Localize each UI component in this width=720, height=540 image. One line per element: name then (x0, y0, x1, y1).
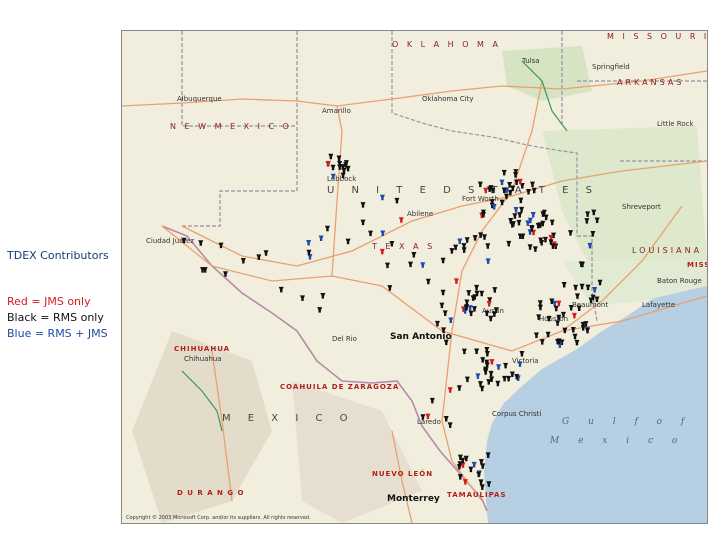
city-label: Ciudad Juárez (146, 237, 194, 245)
label-mississippi: MISS (687, 261, 707, 269)
city-label: Laredo (417, 418, 441, 426)
label-missouri: M I S S O U R I (607, 32, 707, 41)
legend-title: TDEX Contributors (7, 249, 109, 262)
city-label: Amarillo (322, 107, 351, 115)
label-oklahoma: O K L A H O M A (392, 40, 501, 49)
label-coahuila: COAHUILA DE ZARAGOZA (280, 383, 399, 391)
city-label: Shreveport (622, 203, 661, 211)
texas-map[interactable]: O K L A H O M A M I S S O U R I N E W M … (121, 30, 708, 524)
legend: TDEX Contributors Red = JMS only Black =… (7, 248, 119, 342)
label-nuevo-leon: NUEVO LEÓN (372, 469, 433, 478)
city-label: Lafayette (642, 301, 675, 309)
label-gulf-of: G u l f o f (562, 417, 692, 427)
legend-black-entry: Black = RMS only (7, 311, 104, 324)
city-label: Little Rock (657, 120, 694, 128)
city-label: Monterrey (387, 494, 440, 504)
legend-blue-entry: Blue = RMS + JMS (7, 327, 108, 340)
label-tamaulipas: TAMAULIPAS (447, 491, 507, 499)
city-label: Baton Rouge (657, 277, 702, 285)
copyright-notice: Copyright © 2003 Microsoft Corp. and/or … (126, 514, 311, 521)
label-mexico-gulf: M e x i c o (549, 436, 685, 446)
label-durango: D U R A N G O (177, 489, 244, 497)
label-new-mexico: N E W M E X I C O (170, 122, 292, 131)
city-label: Victoria (512, 357, 539, 365)
city-label: Corpus Christi (492, 410, 541, 418)
city-label: Springfield (592, 63, 630, 71)
city-label: Abilene (407, 210, 433, 218)
label-arkansas: ARKANSAS (617, 78, 684, 87)
city-label: Del Rio (332, 335, 357, 343)
city-label: Tulsa (521, 57, 540, 65)
label-mexico: M E X I C O (222, 413, 355, 424)
label-chihuahua: CHIHUAHUA (174, 345, 230, 353)
legend-red-entry: Red = JMS only (7, 295, 91, 308)
city-label: San Antonio (390, 332, 452, 342)
city-label: Chihuahua (184, 355, 222, 363)
city-label: Oklahoma City (422, 95, 474, 103)
city-label: Albuquerque (177, 95, 222, 103)
label-louisiana: LOUISIANA (632, 246, 702, 255)
